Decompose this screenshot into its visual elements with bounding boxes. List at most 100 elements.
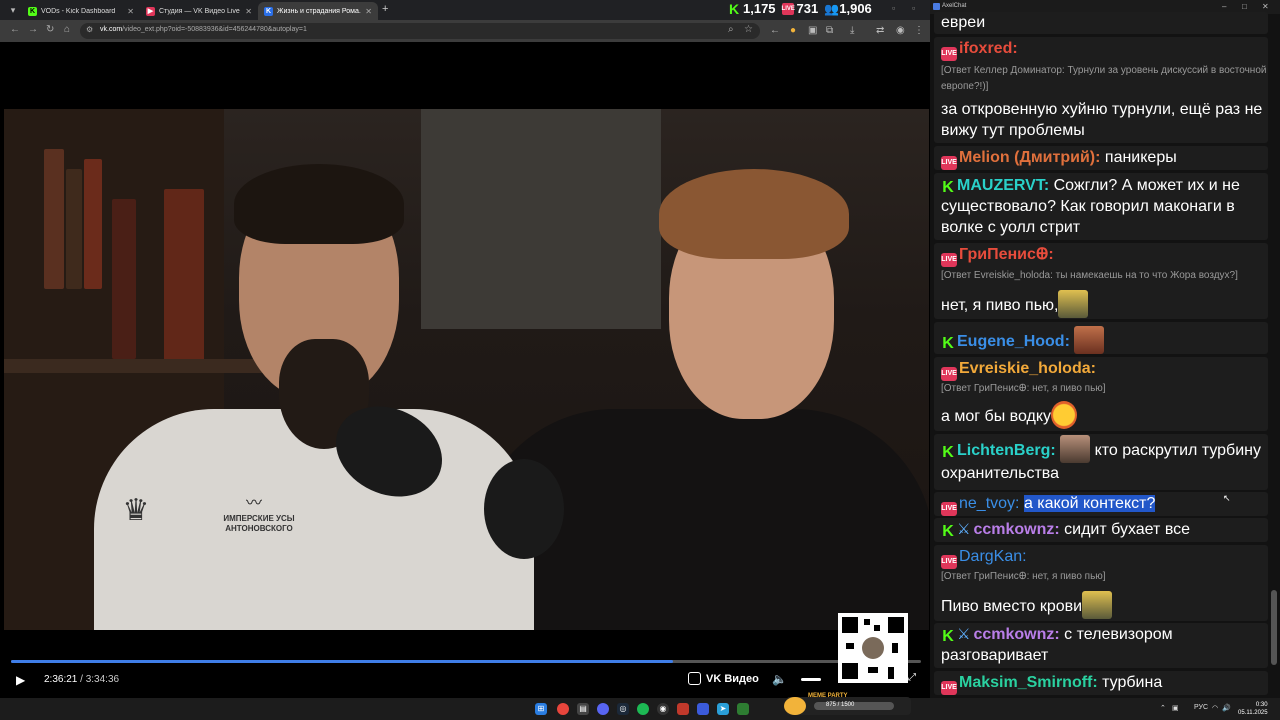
browser-window: ▾ K VODs - Kick Dashboard ✕ ▶ Студия — V… [0,0,930,698]
vk-live-icon: LIVE [941,156,957,170]
close-button[interactable]: ✕ [1262,2,1269,11]
sword-badge-icon: ⚔ [957,626,971,643]
bookmark-star-icon[interactable]: ☆ [744,24,753,35]
wall-poster [421,109,661,329]
chat-message: LIVE ne_tvoy: а какой контекст? [934,492,1268,516]
beer-emote [1058,290,1089,318]
fullscreen-icon[interactable]: ⤢ [908,672,916,683]
chat-message: евреи [934,12,1268,34]
chat-message: LIVE Melion (Дмитрий): паникеры [934,146,1268,170]
back-extension-icon[interactable]: ← [770,25,780,36]
chat-message: K LichtenBerg: кто раскрутил турбину охра… [934,434,1268,490]
extension-puzzle-icon[interactable]: ▣ [808,25,817,36]
chat-message: LIVE Evreiskie_holoda: [Ответ ГриПенисꚚ: … [934,357,1268,431]
chat-message: LIVE Maksim_Smirnoff: турбина [934,671,1268,695]
person-right-hair [659,169,849,259]
beer-emote [1082,591,1113,619]
close-icon[interactable]: ✕ [245,7,252,16]
minimize-button[interactable]: ▫ [892,3,895,13]
tab-vk-video[interactable]: K Жизнь и страдания Рома... ✕ [258,2,378,20]
users-icon: 👥 [824,1,840,16]
reload-icon[interactable]: ↻ [46,24,54,35]
play-icon[interactable]: ▶ [16,673,25,687]
player-controls: ▶ 2:36:21 / 3:34:36 VK Видео 🔈 [4,630,929,696]
kick-icon: K [942,179,954,196]
download-icon[interactable]: ⤓ [850,25,854,36]
progress-fill [11,660,674,663]
spotify-icon[interactable] [637,703,649,715]
kick-icon: K [942,444,954,461]
chat-message: K MAUZERVT: Сожгли? А может их и не сущес… [934,173,1268,240]
tab-vk-studio[interactable]: ▶ Студия — VK Видео Live ✕ [140,2,258,20]
vk-video-logo[interactable]: VK Видео [688,672,759,685]
kick-icon: K [942,628,954,645]
browser-toolbar: ← → ↻ ⌂ ⚙ vk.com/video_ext.php?oid=-5088… [0,20,930,42]
minimize-button[interactable]: – [1222,2,1226,11]
extension-icon[interactable]: ● [790,25,796,36]
address-bar[interactable]: ⚙ vk.com/video_ext.php?oid=-50883936&id=… [80,23,760,39]
qr-code [838,613,908,683]
profile-icon[interactable]: ◉ [896,25,905,36]
clock[interactable]: 0:30 05.11.2025 [1238,701,1268,717]
volume-slider[interactable] [801,678,821,681]
microphone [484,459,564,559]
volume-icon[interactable]: 🔊 [1222,704,1231,712]
vk-live-icon: LIVE [941,367,957,381]
book [84,159,102,289]
tray-app-icon[interactable]: ▣ [1172,704,1179,712]
laughing-emote [1074,326,1105,354]
book [66,169,82,289]
chat-message: K ⚔ ccmkownz: с телевизором разговаривает [934,623,1268,668]
forward-arrow-icon[interactable]: → [28,24,38,35]
obs-icon[interactable]: ◉ [657,703,669,715]
piggy-bank-icon [784,697,806,715]
book [112,199,136,359]
file-explorer-icon[interactable]: ▤ [577,703,589,715]
app-icon[interactable] [677,703,689,715]
close-icon[interactable]: ✕ [127,7,134,16]
site-info-icon[interactable]: ⚙ [86,25,93,34]
new-tab-button[interactable]: + [382,3,388,15]
eagle-emblem: ♛ [122,494,150,527]
tray-chevron-icon[interactable]: ⌃ [1160,704,1166,712]
close-window-button[interactable]: ▫ [912,3,915,13]
meme-party-widget: MEME PARTY 875 / 1500 [784,693,911,715]
shirt-text: ИМПЕРСКИЕ УСЫ АНТОНОВСКОГО [223,514,295,533]
time-display: 2:36:21 / 3:34:36 [44,674,120,685]
tab-kick-vods[interactable]: K VODs - Kick Dashboard ✕ [22,2,140,20]
mustache-logo: 〰 [245,495,262,512]
back-arrow-icon[interactable]: ← [10,24,20,35]
wifi-icon[interactable]: ◠ [1212,704,1218,712]
chat-window: AxelChat – □ ✕ евреи LIVE ifoxred: [Ответ… [930,0,1280,698]
chrome-icon[interactable] [557,703,569,715]
app-icon[interactable] [737,703,749,715]
chat-scrollbar[interactable] [1271,590,1277,665]
url-text: vk.com/video_ext.php?oid=-50883936&id=45… [100,26,307,33]
person-left-hair [234,164,404,244]
volume-icon[interactable]: 🔈 [772,672,787,686]
kick-icon: K [942,523,954,540]
tab-search-chevron-icon[interactable]: ▾ [6,4,20,16]
menu-icon[interactable]: ⋮ [914,25,924,36]
chat-message: K Eugene_Hood: [934,322,1268,354]
kick-icon: K [28,6,37,16]
app-icon[interactable] [697,703,709,715]
maximize-button[interactable]: □ [1242,2,1247,11]
vk-viewer-count: LIVE 731 [781,1,819,16]
telegram-icon[interactable]: ➤ [717,703,729,715]
start-icon[interactable]: ⊞ [535,703,547,715]
discord-icon[interactable] [597,703,609,715]
video-frame[interactable]: ♛ 〰 ИМПЕРСКИЕ УСЫ АНТОНОВСКОГО [4,109,929,630]
qr-avatar [862,637,884,659]
vk-live-icon: LIVE [941,47,957,61]
home-icon[interactable]: ⌂ [64,24,70,35]
steam-icon[interactable]: ◎ [617,703,629,715]
vk-icon: K [264,6,273,16]
sidebar-icon[interactable]: ⇄ [876,25,884,36]
chat-message: LIVE ifoxred: [Ответ Келлер Доминатор: Ту… [934,37,1268,143]
kick-viewer-count: K 1,175 [728,0,776,17]
zoom-icon[interactable]: ⌕ [728,24,734,35]
tab-bar: ▾ K VODs - Kick Dashboard ✕ ▶ Студия — V… [0,0,930,20]
close-icon[interactable]: ✕ [365,7,372,16]
extensions-icon[interactable]: ⧉ [826,25,833,36]
